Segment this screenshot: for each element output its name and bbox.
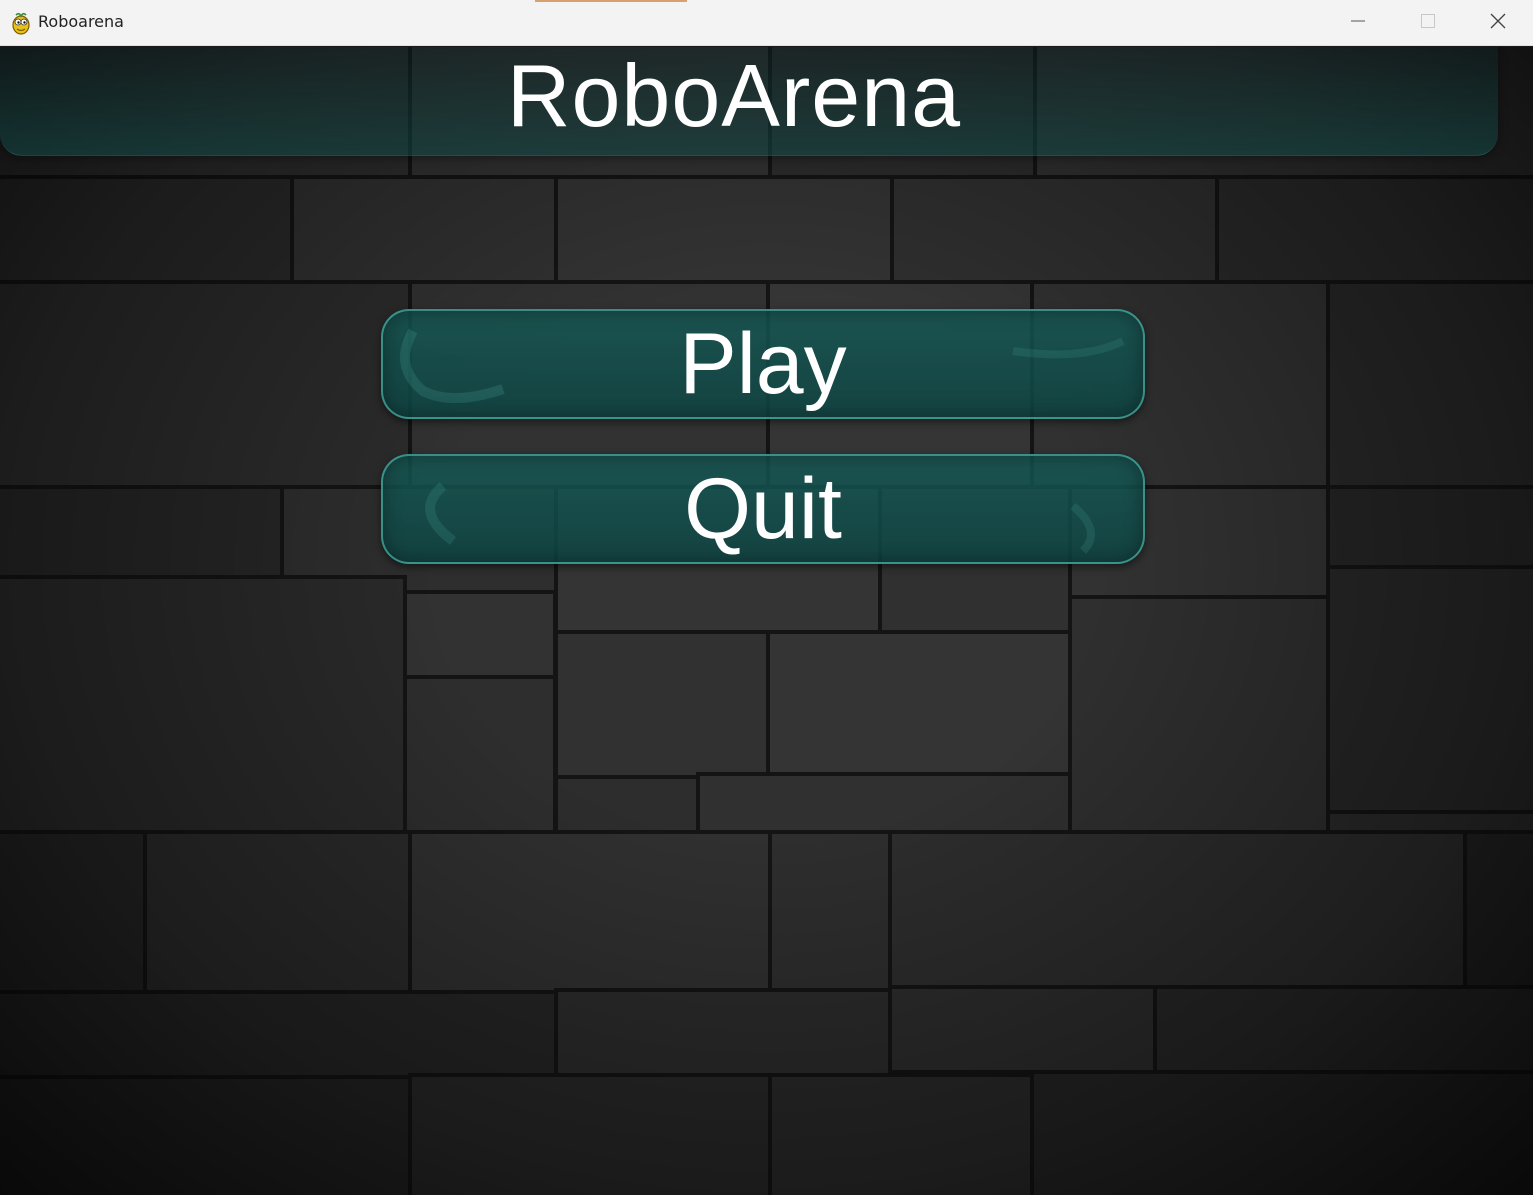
minimize-icon <box>1350 13 1366 34</box>
title-bar-accent <box>535 0 687 2</box>
game-canvas[interactable]: RoboArena Play Quit <box>0 47 1533 1195</box>
quit-button-label: Quit <box>684 461 842 557</box>
minimize-button[interactable] <box>1323 0 1393 46</box>
close-button[interactable] <box>1463 0 1533 46</box>
pygame-snake-icon <box>10 11 32 35</box>
title-banner: RoboArena <box>0 47 1498 156</box>
maximize-icon <box>1420 13 1436 34</box>
play-button[interactable]: Play <box>381 309 1145 419</box>
play-button-label: Play <box>679 316 847 412</box>
title-bar[interactable]: Roboarena <box>0 0 1533 46</box>
quit-button[interactable]: Quit <box>381 454 1145 564</box>
window-title: Roboarena <box>38 12 124 31</box>
game-window: Roboarena RoboArena Play Quit <box>0 0 1533 1195</box>
close-icon <box>1489 12 1507 35</box>
maximize-button[interactable] <box>1393 0 1463 46</box>
stone-wall-background <box>0 47 1533 1195</box>
game-title: RoboArena <box>506 47 962 145</box>
